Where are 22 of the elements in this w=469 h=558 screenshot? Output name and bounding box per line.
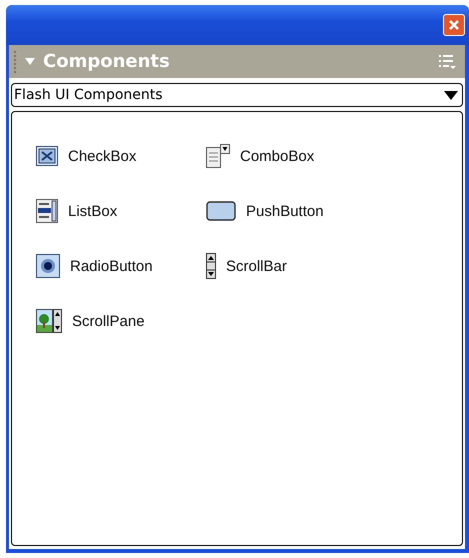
pushbutton-icon [206, 201, 236, 221]
radiobutton-icon [36, 254, 60, 278]
scrollbar-icon [206, 253, 216, 279]
library-dropdown[interactable]: Flash UI Components [11, 83, 463, 107]
component-item[interactable]: ListBox [36, 197, 206, 225]
component-item[interactable]: ScrollBar [206, 252, 376, 280]
component-item[interactable]: CheckBox [36, 142, 206, 170]
component-item[interactable]: ScrollPane [36, 307, 206, 335]
dropdown-arrow-icon [444, 90, 458, 100]
panel-title: Components [43, 51, 171, 72]
listbox-icon [36, 199, 58, 223]
menu-icon[interactable] [439, 54, 457, 70]
close-button[interactable] [443, 14, 465, 36]
close-icon [447, 18, 461, 32]
scrollpane-icon [36, 309, 62, 333]
component-item[interactable]: ComboBox [206, 142, 376, 170]
collapse-icon[interactable] [25, 58, 35, 66]
checkbox-icon [36, 146, 58, 166]
component-item[interactable]: RadioButton [36, 252, 206, 280]
grip-icon[interactable] [13, 48, 17, 74]
combobox-icon [206, 144, 230, 168]
component-item[interactable]: PushButton [206, 197, 376, 225]
